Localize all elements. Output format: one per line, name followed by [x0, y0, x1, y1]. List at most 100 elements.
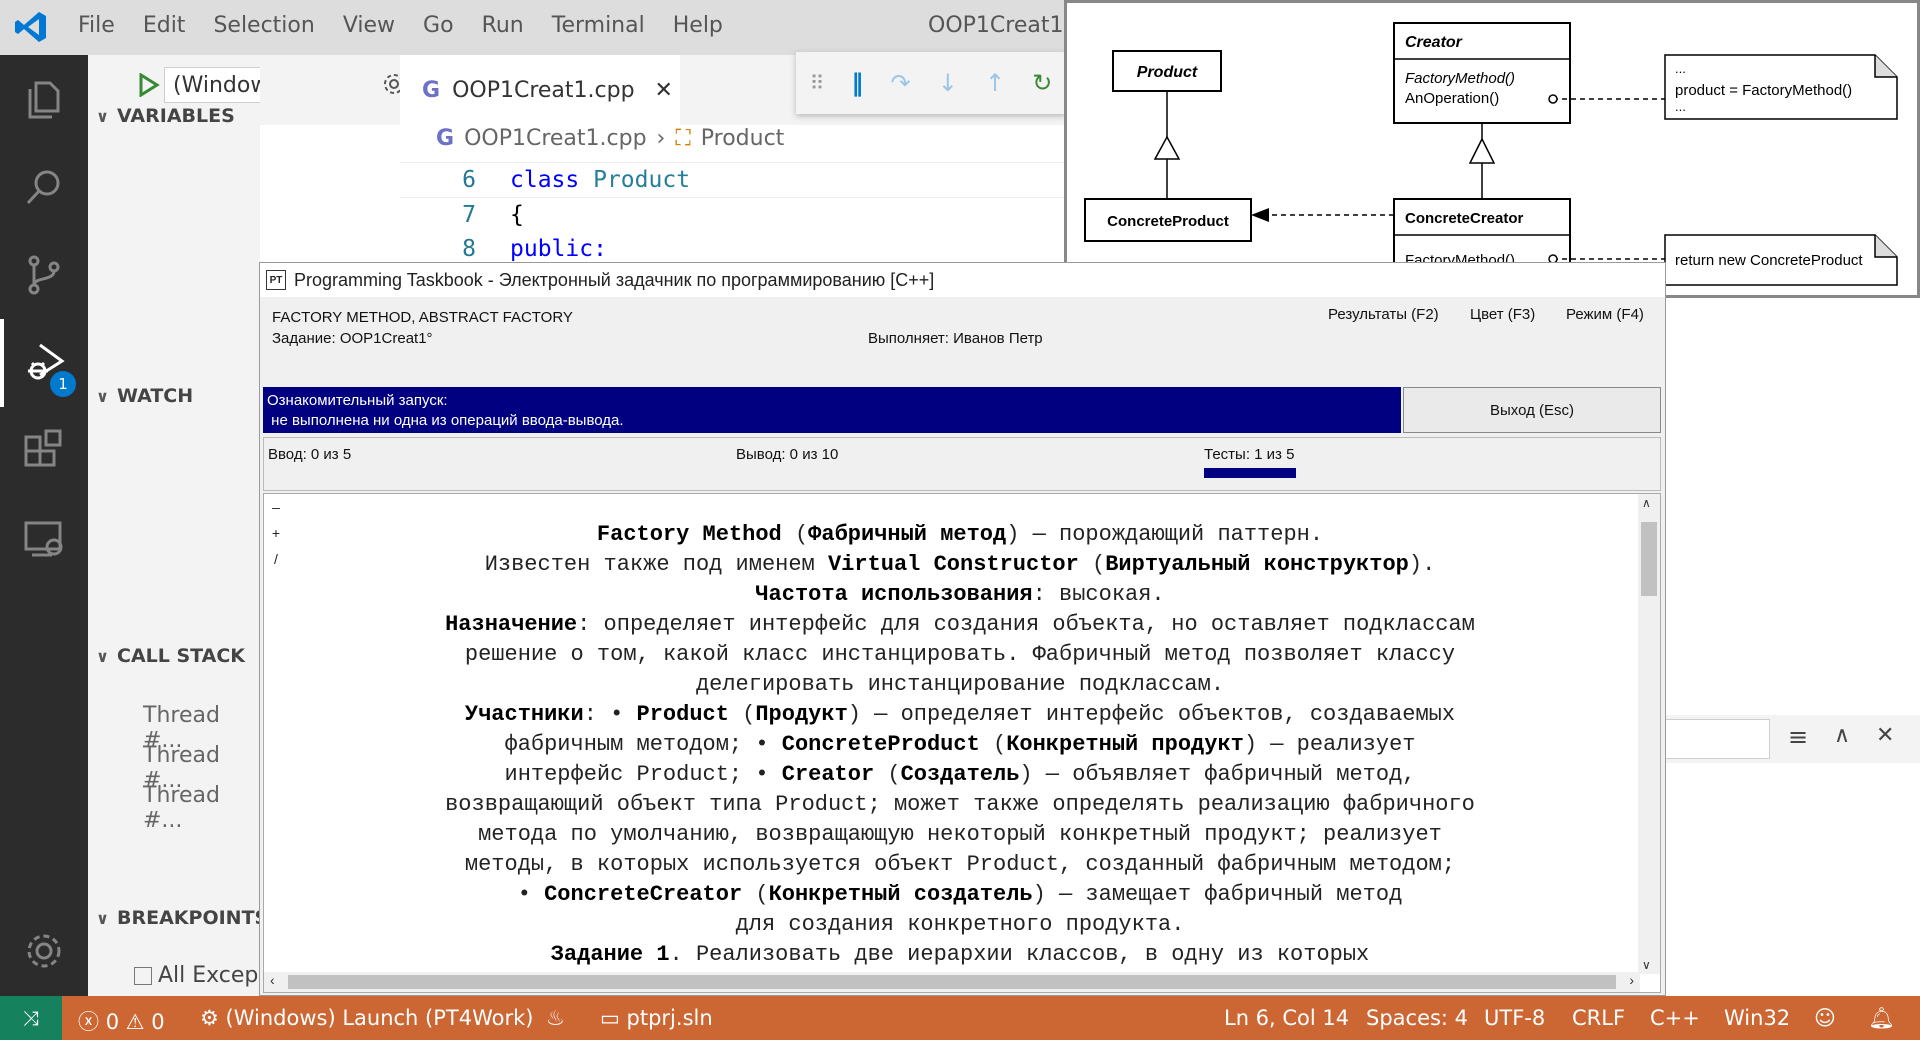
- flame-status[interactable]: ♨: [546, 1006, 565, 1030]
- code-line[interactable]: 8 public:: [400, 232, 1080, 266]
- taskbook-text-line: Factory Method (Фабричный метод) — порож…: [300, 520, 1620, 550]
- taskbook-info-line: Ознакомительный запуск:: [267, 392, 448, 409]
- call-stack-section-header[interactable]: ∨ CALL STACK: [96, 645, 245, 667]
- eol-status[interactable]: CRLF: [1572, 1006, 1625, 1030]
- language-status[interactable]: C++: [1650, 1006, 1700, 1030]
- uml-concrete-creator: ConcreteCreator: [1405, 210, 1524, 227]
- taskbook-text-line: Частота использования: высокая.: [300, 580, 1620, 610]
- taskbook-term: Виртуальный конструктор: [1105, 552, 1409, 577]
- call-stack-thread[interactable]: Thread #...: [143, 783, 260, 833]
- close-icon[interactable]: ✕: [1876, 723, 1894, 748]
- taskbook-mode-menu[interactable]: Режим (F4): [1566, 306, 1644, 323]
- problems-indicator[interactable]: ⓧ 0 ⚠ 0: [78, 1006, 165, 1036]
- menu-help[interactable]: Help: [673, 13, 737, 38]
- breadcrumb-file[interactable]: OOP1Creat1.cpp: [464, 126, 646, 151]
- taskbook-text: (: [1078, 552, 1106, 577]
- solution-status[interactable]: ▭ ptprj.sln: [600, 1006, 713, 1030]
- taskbook-text: : •: [583, 702, 637, 727]
- variables-section-header[interactable]: ∨ VARIABLES: [96, 105, 235, 127]
- feedback-icon[interactable]: ☺: [1814, 1006, 1836, 1030]
- uml-note-dots: ...: [1675, 61, 1686, 76]
- taskbook-horizontal-thumb[interactable]: [288, 975, 1616, 989]
- taskbook-output-stat: Вывод: 0 из 10: [736, 446, 839, 463]
- extensions-activity[interactable]: [0, 407, 88, 495]
- menu-go[interactable]: Go: [423, 13, 468, 38]
- taskbook-text-line: решение о том, какой класс инстанцироват…: [300, 640, 1620, 670]
- search-activity[interactable]: [0, 143, 88, 231]
- bell-icon[interactable]: 🔔︎: [1868, 1006, 1895, 1031]
- collapse-button[interactable]: –: [264, 494, 288, 520]
- breakpoints-section-header[interactable]: ∨ BREAKPOINTS: [96, 907, 268, 929]
- taskbook-tests-stat: Тесты: 1 из 5: [1204, 446, 1295, 463]
- call-stack-title: CALL STACK: [117, 645, 246, 667]
- toggle-button[interactable]: /: [264, 546, 288, 572]
- scroll-right-icon[interactable]: ›: [1629, 972, 1634, 988]
- breakpoint-checkbox[interactable]: [134, 966, 152, 985]
- code-token: public:: [510, 236, 607, 262]
- restart-icon[interactable]: ↻: [1032, 69, 1052, 97]
- taskbook-exit-button[interactable]: Выход (Esc): [1403, 387, 1661, 433]
- editor-tab[interactable]: G OOP1Creat1.cpp ✕: [400, 55, 680, 125]
- previous-match-icon[interactable]: ∧: [1834, 723, 1850, 748]
- scroll-left-icon[interactable]: ‹: [270, 972, 275, 988]
- taskbook-term: Частота использования: [755, 582, 1033, 607]
- watch-section-header[interactable]: ∨ WATCH: [96, 385, 193, 407]
- run-debug-activity[interactable]: 1: [0, 319, 88, 407]
- taskbook-text: ) — порождающий паттерн.: [1006, 522, 1324, 547]
- breakpoint-item[interactable]: All Excep: [134, 963, 258, 988]
- scroll-up-icon[interactable]: ∧: [1642, 496, 1651, 510]
- menu-edit[interactable]: Edit: [143, 13, 200, 38]
- menu-terminal[interactable]: Terminal: [552, 13, 659, 38]
- taskbook-vertical-scrollbar[interactable]: ∧ ∨: [1638, 494, 1660, 974]
- menu-file[interactable]: File: [78, 13, 129, 38]
- taskbook-term: Участники: [464, 702, 584, 727]
- cpp-file-icon: G: [436, 126, 455, 151]
- start-debugging-button[interactable]: [134, 70, 164, 100]
- platform-status[interactable]: Win32: [1724, 1006, 1790, 1030]
- taskbook-performer: Выполняет: Иванов Петр: [868, 330, 1043, 347]
- taskbook-text-line: метода по умолчанию, возвращающую некото…: [300, 820, 1620, 850]
- taskbook-text: ) — реализует: [1243, 732, 1416, 757]
- menu-selection[interactable]: Selection: [213, 13, 328, 38]
- scroll-down-icon[interactable]: ∨: [1642, 958, 1651, 972]
- taskbook-text: ) — объявляет фабричный метод,: [1019, 762, 1416, 787]
- debug-launch-status[interactable]: ⚙ (Windows) Launch (PT4Work): [200, 1006, 533, 1030]
- error-icon: ⓧ: [78, 1010, 99, 1034]
- taskbook-text-panel[interactable]: – + / Factory Method (Фабричный метод) —…: [263, 493, 1661, 993]
- find-in-selection-icon[interactable]: ≡: [1788, 723, 1808, 751]
- cursor-position[interactable]: Ln 6, Col 14: [1224, 1006, 1349, 1030]
- step-out-icon[interactable]: ↑: [985, 69, 1005, 97]
- taskbook-results-menu[interactable]: Результаты (F2): [1328, 306, 1439, 323]
- remote-explorer-activity[interactable]: [0, 495, 88, 583]
- code-line[interactable]: 6 class Product: [400, 162, 1080, 198]
- source-control-activity[interactable]: [0, 231, 88, 319]
- taskbook-title: Programming Taskbook - Электронный задач…: [294, 269, 935, 290]
- encoding-status[interactable]: UTF-8: [1484, 1006, 1545, 1030]
- close-icon[interactable]: ✕: [655, 78, 673, 103]
- explorer-activity[interactable]: [0, 55, 88, 143]
- step-over-icon[interactable]: ↷: [891, 69, 911, 97]
- expand-button[interactable]: +: [264, 520, 288, 546]
- taskbook-horizontal-scrollbar[interactable]: ‹ ›: [264, 972, 1640, 992]
- taskbook-text: делегировать инстанцирование подклассам.: [695, 672, 1225, 697]
- manage-activity[interactable]: [0, 907, 88, 995]
- breadcrumb-symbol[interactable]: Product: [701, 126, 785, 151]
- menu-run[interactable]: Run: [482, 13, 538, 38]
- taskbook-term: Factory Method: [596, 522, 782, 547]
- menu-view[interactable]: View: [343, 13, 409, 38]
- taskbook-color-menu[interactable]: Цвет (F3): [1470, 306, 1535, 323]
- debug-badge: 1: [50, 371, 76, 397]
- remote-indicator[interactable]: ⤨: [0, 996, 62, 1040]
- step-into-icon[interactable]: ↓: [938, 69, 958, 97]
- indentation-status[interactable]: Spaces: 4: [1366, 1006, 1468, 1030]
- code-text: public:: [510, 236, 607, 262]
- pause-icon[interactable]: ‖: [851, 69, 863, 97]
- taskbook-vertical-thumb[interactable]: [1641, 522, 1657, 596]
- code-editor[interactable]: 6 class Product 7{8 public:: [400, 162, 1080, 266]
- taskbook-app-icon: PT: [266, 270, 286, 290]
- code-line[interactable]: 7{: [400, 198, 1080, 232]
- taskbook-text: ).: [1408, 552, 1436, 577]
- drag-handle-icon[interactable]: ⠿: [810, 71, 825, 95]
- taskbook-title-bar[interactable]: PT Programming Taskbook - Электронный за…: [260, 263, 1665, 297]
